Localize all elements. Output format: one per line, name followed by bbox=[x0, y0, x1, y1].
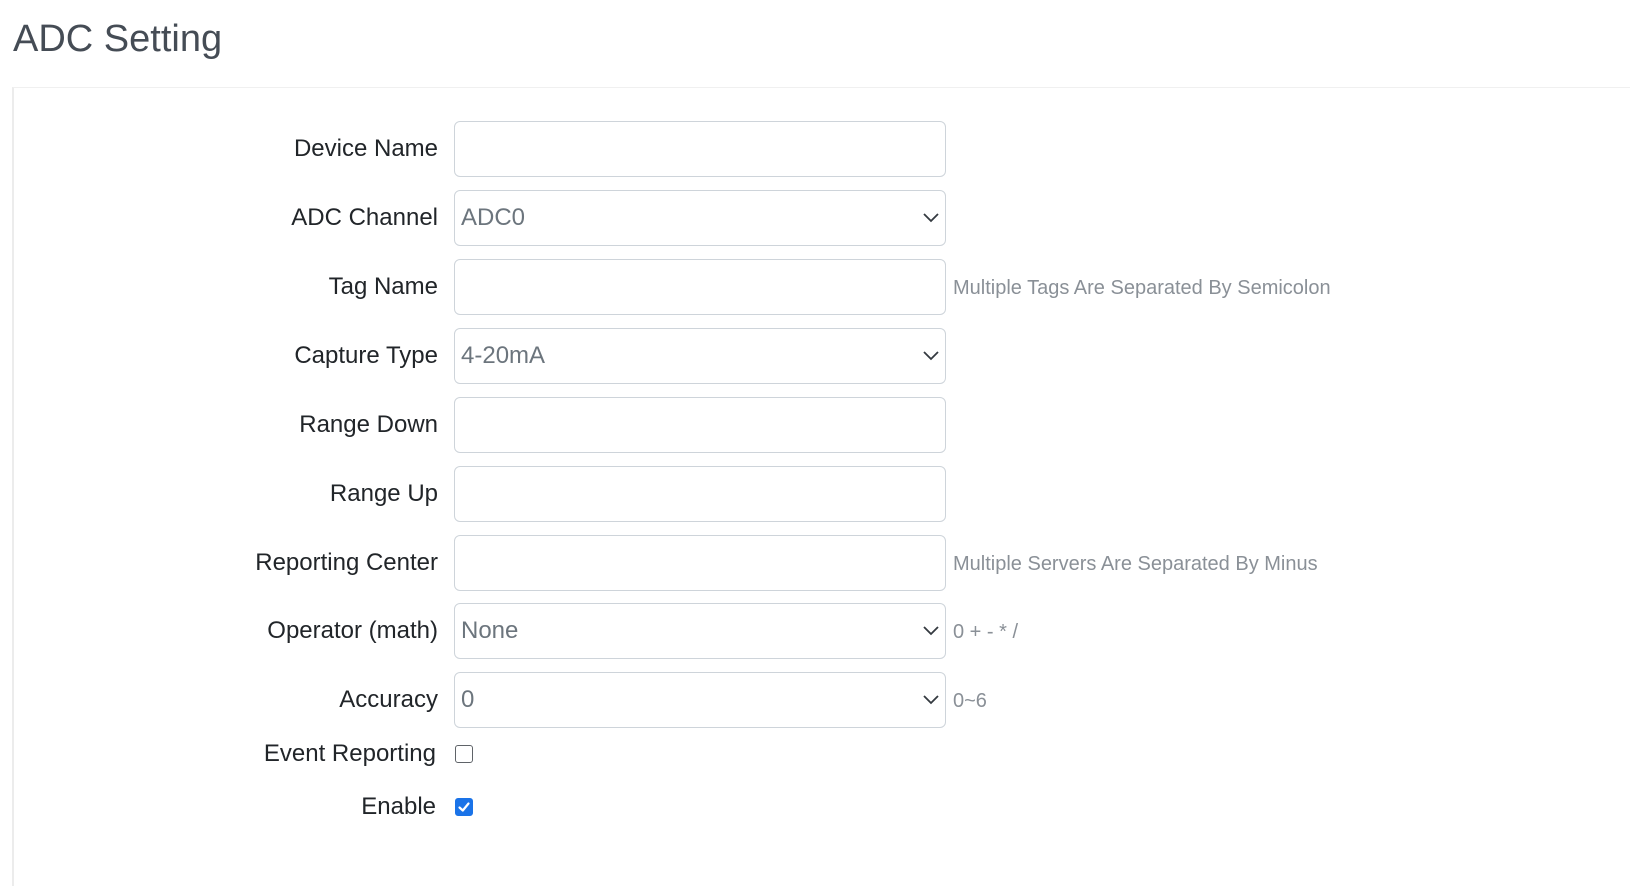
reporting-center-input[interactable] bbox=[454, 535, 946, 591]
device-name-row: Device Name bbox=[14, 121, 1630, 177]
chevron-down-icon bbox=[923, 213, 939, 223]
device-name-input[interactable] bbox=[454, 121, 946, 177]
accuracy-help: 0~6 bbox=[953, 690, 987, 712]
operator-selected-value: None bbox=[461, 617, 519, 644]
reporting-center-help: Multiple Servers Are Separated By Minus bbox=[953, 553, 1318, 575]
accuracy-row: Accuracy 0 0~6 bbox=[14, 672, 1630, 728]
chevron-down-icon bbox=[923, 695, 939, 705]
range-down-input[interactable] bbox=[454, 397, 946, 453]
enable-checkbox[interactable] bbox=[455, 798, 473, 816]
accuracy-label: Accuracy bbox=[339, 686, 438, 713]
reporting-center-label: Reporting Center bbox=[255, 549, 438, 576]
adc-channel-label: ADC Channel bbox=[291, 204, 438, 231]
range-up-label: Range Up bbox=[329, 480, 438, 507]
range-up-input[interactable] bbox=[454, 466, 946, 522]
tag-name-input[interactable] bbox=[454, 259, 946, 315]
adc-setting-form-panel: Device Name ADC Channel ADC0 Tag Name Mu… bbox=[12, 87, 1630, 886]
adc-channel-row: ADC Channel ADC0 bbox=[14, 190, 1630, 246]
capture-type-row: Capture Type 4-20mA bbox=[14, 328, 1630, 384]
adc-channel-select[interactable]: ADC0 bbox=[454, 190, 946, 246]
event-reporting-checkbox[interactable] bbox=[455, 745, 473, 763]
accuracy-selected-value: 0 bbox=[461, 686, 475, 713]
capture-type-select[interactable]: 4-20mA bbox=[454, 328, 946, 384]
reporting-center-row: Reporting Center Multiple Servers Are Se… bbox=[14, 535, 1630, 591]
enable-label: Enable bbox=[361, 793, 436, 820]
tag-name-row: Tag Name Multiple Tags Are Separated By … bbox=[14, 259, 1630, 315]
operator-help: 0 + - * / bbox=[953, 621, 1019, 643]
operator-label: Operator (math) bbox=[267, 617, 438, 644]
check-icon bbox=[458, 802, 470, 812]
accuracy-select[interactable]: 0 bbox=[454, 672, 946, 728]
page-title: ADC Setting bbox=[13, 18, 223, 60]
tag-name-label: Tag Name bbox=[328, 273, 438, 300]
capture-type-selected-value: 4-20mA bbox=[461, 342, 546, 369]
range-down-row: Range Down bbox=[14, 397, 1630, 453]
adc-channel-selected-value: ADC0 bbox=[461, 204, 526, 231]
operator-row: Operator (math) None 0 + - * / bbox=[14, 603, 1630, 659]
event-reporting-label: Event Reporting bbox=[263, 740, 436, 767]
range-down-label: Range Down bbox=[299, 411, 438, 438]
capture-type-label: Capture Type bbox=[294, 342, 438, 369]
operator-select[interactable]: None bbox=[454, 603, 946, 659]
tag-name-help: Multiple Tags Are Separated By Semicolon bbox=[953, 277, 1331, 299]
range-up-row: Range Up bbox=[14, 466, 1630, 522]
chevron-down-icon bbox=[923, 626, 939, 636]
chevron-down-icon bbox=[923, 351, 939, 361]
device-name-label: Device Name bbox=[293, 135, 438, 162]
